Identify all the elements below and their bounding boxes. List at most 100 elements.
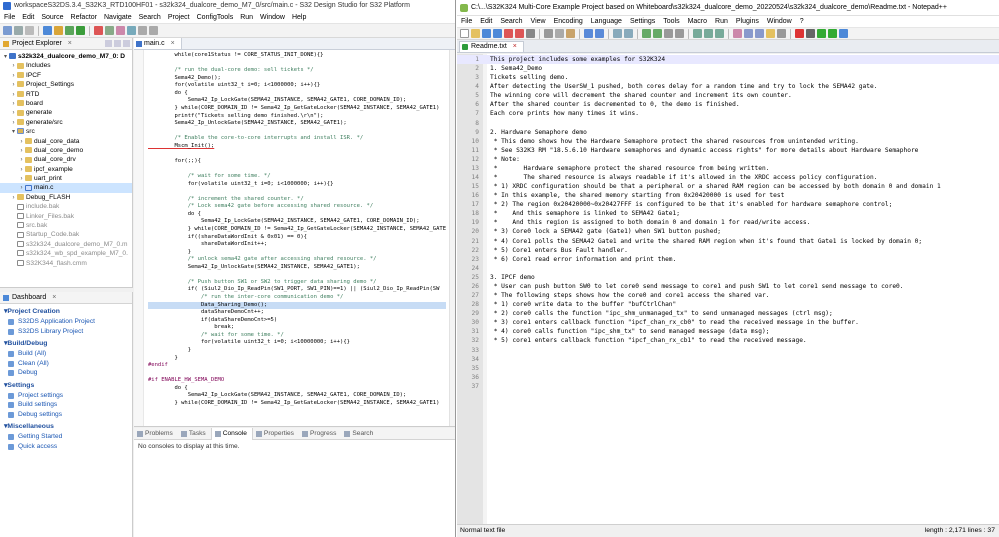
zoom-in-icon[interactable] — [642, 29, 651, 38]
tab-problems[interactable]: Problems — [134, 428, 178, 440]
dashboard-title[interactable]: Dashboard — [12, 294, 46, 301]
menu-item-edit[interactable]: Edit — [480, 18, 492, 25]
link-editor-icon[interactable] — [114, 40, 121, 47]
tree-item[interactable]: › ipcf_example — [0, 165, 132, 174]
dashboard-section-heading[interactable]: Project Creation — [0, 307, 132, 317]
word-wrap-icon[interactable] — [693, 29, 702, 38]
tab-properties[interactable]: Properties — [253, 428, 299, 440]
tree-item[interactable]: › Includes — [0, 61, 132, 70]
menu-item-settings[interactable]: Settings — [630, 18, 655, 25]
menu-item-window[interactable]: Window — [260, 14, 285, 21]
sync-v-icon[interactable] — [664, 29, 673, 38]
close-icon[interactable]: × — [68, 40, 72, 47]
menu-item-edit[interactable]: Edit — [22, 14, 34, 21]
print-icon[interactable] — [526, 29, 535, 38]
menu-item-search[interactable]: Search — [139, 14, 161, 21]
tree-item[interactable]: › Project_Settings — [0, 80, 132, 89]
menu-item-run[interactable]: Run — [240, 14, 253, 21]
editor-code[interactable]: while(core1Status != CORE_STATUS_INIT_DO… — [148, 52, 447, 407]
tree-item[interactable]: › board — [0, 99, 132, 108]
new-file-icon[interactable] — [460, 29, 469, 38]
tree-item[interactable]: › uart_print — [0, 174, 132, 183]
stop-icon[interactable] — [94, 26, 103, 35]
dashboard-link[interactable]: Clean (All) — [0, 359, 132, 369]
undo-icon[interactable] — [584, 29, 593, 38]
menu-item-help[interactable]: Help — [292, 14, 306, 21]
tab-tasks[interactable]: Tasks — [178, 428, 211, 440]
tree-item[interactable]: › IPCF — [0, 71, 132, 80]
tab-search[interactable]: Search — [341, 428, 378, 440]
record-macro-icon[interactable] — [795, 29, 804, 38]
close-icon[interactable] — [504, 29, 513, 38]
tab-console[interactable]: Console — [210, 428, 253, 440]
menu-item-plugins[interactable]: Plugins — [736, 18, 759, 25]
resume-icon[interactable] — [105, 26, 114, 35]
play-macro-icon[interactable] — [817, 29, 826, 38]
copy-icon[interactable] — [555, 29, 564, 38]
menu-item-language[interactable]: Language — [591, 18, 622, 25]
menu-item-window[interactable]: Window — [767, 18, 792, 25]
tree-item[interactable]: › dual_core_demo — [0, 146, 132, 155]
editor-tab-main-c[interactable]: main.c × — [134, 38, 182, 49]
tree-item[interactable]: › dual_core_data — [0, 137, 132, 146]
show-all-chars-icon[interactable] — [704, 29, 713, 38]
run-macro-multiple-icon[interactable] — [828, 29, 837, 38]
replace-icon[interactable] — [624, 29, 633, 38]
close-icon[interactable]: × — [513, 43, 517, 50]
open-icon[interactable] — [471, 29, 480, 38]
tab-progress[interactable]: Progress — [299, 428, 341, 440]
save-macro-icon[interactable] — [839, 29, 848, 38]
save-all-icon[interactable] — [25, 26, 34, 35]
tree-item[interactable]: › Debug_FLASH — [0, 193, 132, 202]
build-icon[interactable] — [43, 26, 52, 35]
debug-icon[interactable] — [65, 26, 74, 35]
back-icon[interactable] — [138, 26, 147, 35]
tree-item[interactable]: src.bak — [0, 221, 132, 230]
stop-macro-icon[interactable] — [806, 29, 815, 38]
tree-item[interactable]: s32k324_dualcore_demo_M7_0.m — [0, 240, 132, 249]
dashboard-link[interactable]: S32DS Application Project — [0, 317, 132, 327]
indent-guide-icon[interactable] — [715, 29, 724, 38]
dashboard-link[interactable]: Quick access — [0, 442, 132, 452]
dashboard-section-heading[interactable]: Build/Debug — [0, 339, 132, 349]
tree-item[interactable]: › RTD — [0, 90, 132, 99]
menu-item-file[interactable]: File — [461, 18, 472, 25]
menu-item-source[interactable]: Source — [41, 14, 63, 21]
dashboard-section-heading[interactable]: Miscellaneous — [0, 422, 132, 432]
cut-icon[interactable] — [544, 29, 553, 38]
tree-item[interactable]: › main.c — [0, 183, 132, 193]
tree-item[interactable]: Startup_Code.bak — [0, 230, 132, 239]
editor-body[interactable]: while(core1Status != CORE_STATUS_INIT_DO… — [134, 50, 455, 426]
menu-item-file[interactable]: File — [4, 14, 15, 21]
menu-item-macro[interactable]: Macro — [688, 18, 707, 25]
save-icon[interactable] — [14, 26, 23, 35]
tree-item[interactable]: › generate — [0, 108, 132, 117]
hammer-icon[interactable] — [54, 26, 63, 35]
zoom-out-icon[interactable] — [653, 29, 662, 38]
menu-item-run[interactable]: Run — [715, 18, 728, 25]
new-icon[interactable] — [3, 26, 12, 35]
dashboard-link[interactable]: Debug settings — [0, 410, 132, 420]
monitor-icon[interactable] — [777, 29, 786, 38]
notepadpp-editor[interactable]: 1 This project includes some examples for… — [457, 54, 999, 524]
menu-item-configtools[interactable]: ConfigTools — [197, 14, 234, 21]
menu-item-encoding[interactable]: Encoding — [554, 18, 583, 25]
tree-item[interactable]: › dual_core_drv — [0, 155, 132, 164]
collapse-all-icon[interactable] — [105, 40, 112, 47]
tree-item[interactable]: S32K344_flash.cmm — [0, 259, 132, 268]
find-icon[interactable] — [613, 29, 622, 38]
project-explorer-title[interactable]: Project Explorer — [12, 40, 62, 47]
dashboard-link[interactable]: Build settings — [0, 400, 132, 410]
tree-item[interactable]: ▾ src — [0, 127, 132, 136]
readme-text[interactable]: 1 This project includes some examples for… — [457, 55, 999, 391]
menu-item-project[interactable]: Project — [168, 14, 190, 21]
view-menu-icon[interactable] — [123, 40, 130, 47]
dashboard-section-heading[interactable]: Settings — [0, 381, 132, 391]
dashboard-link[interactable]: Build (All) — [0, 349, 132, 359]
function-list-icon[interactable] — [755, 29, 764, 38]
menu-item-view[interactable]: View — [531, 18, 546, 25]
folder-as-workspace-icon[interactable] — [766, 29, 775, 38]
editor-scrollbar[interactable] — [449, 50, 455, 426]
tree-item[interactable]: include.bak — [0, 202, 132, 211]
redo-icon[interactable] — [595, 29, 604, 38]
